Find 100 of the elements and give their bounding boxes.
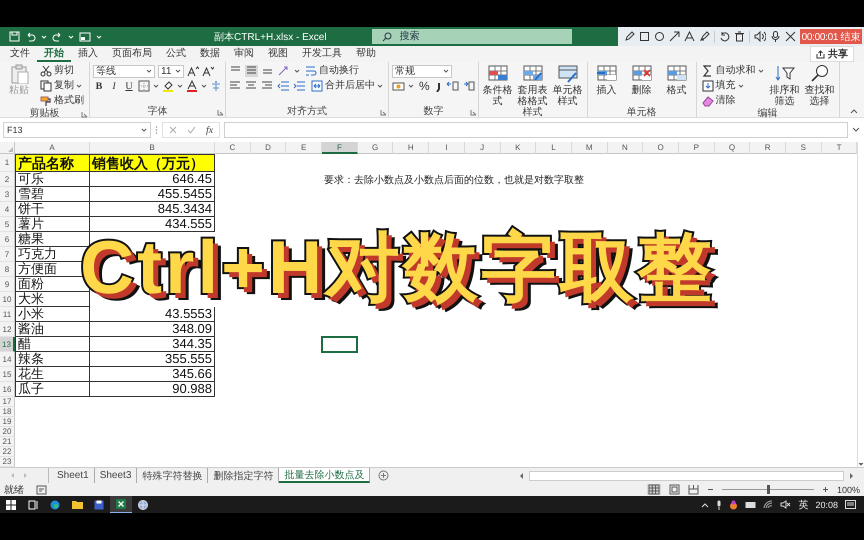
column-header[interactable]: C bbox=[215, 142, 251, 154]
text-tool-icon[interactable] bbox=[684, 31, 695, 42]
conditional-formatting-button[interactable]: 条件格式 bbox=[482, 64, 514, 107]
menu-tab[interactable]: 审阅 bbox=[227, 46, 261, 62]
normal-view-icon[interactable] bbox=[646, 484, 661, 495]
underline-button[interactable]: U bbox=[123, 79, 135, 93]
column-header[interactable]: M bbox=[572, 142, 608, 154]
dialog-launcher-icon[interactable] bbox=[81, 111, 88, 118]
scroll-down-icon[interactable] bbox=[858, 461, 864, 467]
share-button[interactable]: 共享 bbox=[810, 46, 854, 62]
row-header[interactable]: 5 bbox=[0, 217, 15, 232]
menu-tab[interactable]: 公式 bbox=[159, 46, 193, 62]
column-header[interactable]: P bbox=[678, 142, 715, 154]
page-break-icon[interactable] bbox=[688, 484, 699, 495]
find-select-button[interactable]: 查找和选择 bbox=[804, 64, 836, 107]
menu-tab[interactable]: 页面布局 bbox=[105, 46, 159, 62]
row-header[interactable]: 6 bbox=[0, 232, 15, 247]
row-header[interactable]: 21 bbox=[0, 437, 15, 447]
pencil-icon[interactable] bbox=[624, 31, 635, 42]
trash-icon[interactable] bbox=[734, 31, 745, 42]
menu-tab[interactable]: 插入 bbox=[71, 46, 105, 62]
font-size-field[interactable]: 11 bbox=[158, 64, 184, 78]
fill-button[interactable]: 填充 bbox=[700, 79, 766, 93]
zoom-in-icon[interactable] bbox=[822, 486, 829, 493]
column-header[interactable]: O bbox=[643, 142, 679, 154]
task-view-icon[interactable] bbox=[28, 500, 38, 510]
merge-center-button[interactable]: 合并后居中 bbox=[309, 79, 385, 93]
row-header[interactable]: 10 bbox=[0, 292, 15, 307]
arrow-icon[interactable] bbox=[668, 31, 680, 42]
page-layout-icon[interactable] bbox=[668, 484, 680, 495]
autosum-button[interactable]: 自动求和 bbox=[700, 64, 766, 78]
spreadsheet-app-icon[interactable] bbox=[116, 499, 126, 509]
comma-style-icon[interactable] bbox=[434, 80, 443, 92]
row-header[interactable]: 16 bbox=[0, 382, 15, 397]
decrease-decimal-icon[interactable] bbox=[462, 80, 475, 92]
save-icon[interactable] bbox=[9, 31, 20, 42]
font-name-field[interactable]: 等线 bbox=[93, 64, 155, 78]
search-field[interactable]: 搜索 bbox=[372, 29, 572, 44]
microphone-icon[interactable] bbox=[770, 31, 781, 42]
display-icon[interactable] bbox=[745, 500, 756, 508]
zoom-out-icon[interactable] bbox=[706, 486, 714, 493]
sheet-tab[interactable]: 批量去除小数点及 bbox=[279, 468, 370, 483]
number-format-field[interactable]: 常规 bbox=[392, 64, 452, 78]
sort-filter-button[interactable]: 排序和筛选 bbox=[768, 64, 801, 107]
insert-function-button[interactable]: fx bbox=[206, 124, 214, 136]
wrap-text-button[interactable]: 自动换行 bbox=[303, 64, 361, 78]
borders-icon[interactable] bbox=[138, 80, 150, 92]
start-icon[interactable] bbox=[6, 500, 16, 510]
column-header[interactable]: D bbox=[250, 142, 286, 154]
name-box[interactable]: F13 bbox=[3, 122, 151, 138]
menu-tab[interactable]: 文件 bbox=[3, 46, 37, 62]
row-header[interactable]: 22 bbox=[0, 447, 15, 457]
column-header[interactable]: T bbox=[822, 142, 858, 154]
globe-icon[interactable] bbox=[138, 500, 148, 510]
italic-button[interactable]: I bbox=[108, 79, 120, 93]
increase-decimal-icon[interactable] bbox=[446, 80, 459, 92]
row-header[interactable]: 8 bbox=[0, 262, 15, 277]
browser-icon[interactable] bbox=[50, 500, 60, 510]
column-header[interactable]: I bbox=[429, 142, 465, 154]
rectangle-icon[interactable] bbox=[638, 31, 650, 42]
wifi-icon[interactable] bbox=[763, 500, 774, 509]
column-header[interactable]: L bbox=[536, 142, 572, 154]
row-header[interactable]: 4 bbox=[0, 202, 15, 217]
column-header[interactable]: K bbox=[500, 142, 536, 154]
percent-style-button[interactable]: % bbox=[417, 79, 432, 93]
menu-tab[interactable]: 帮助 bbox=[349, 46, 383, 62]
currency-icon[interactable] bbox=[392, 80, 405, 92]
increase-indent-icon[interactable] bbox=[293, 80, 306, 92]
muted-speaker-icon[interactable] bbox=[780, 500, 792, 509]
delete-button[interactable]: 删除 bbox=[626, 64, 658, 107]
column-header[interactable]: J bbox=[464, 142, 500, 154]
microphone-icon[interactable] bbox=[716, 500, 722, 510]
column-header[interactable]: H bbox=[393, 142, 430, 154]
dialog-launcher-icon[interactable] bbox=[380, 109, 387, 116]
row-header[interactable]: 13 bbox=[0, 337, 15, 352]
column-header[interactable]: E bbox=[286, 142, 322, 154]
row-header[interactable]: 19 bbox=[0, 417, 15, 427]
form-icon[interactable] bbox=[79, 32, 91, 42]
column-header[interactable]: S bbox=[786, 142, 822, 154]
highlighter-icon[interactable] bbox=[698, 31, 710, 42]
row-header[interactable]: 3 bbox=[0, 187, 15, 202]
zoom-slider-thumb[interactable] bbox=[766, 485, 770, 494]
clear-button[interactable]: 清除 bbox=[700, 94, 766, 108]
show-hidden-icons-icon[interactable] bbox=[701, 502, 710, 508]
circle-icon[interactable] bbox=[654, 31, 665, 42]
zoom-level[interactable]: 100% bbox=[836, 484, 860, 494]
column-header[interactable]: Q bbox=[714, 142, 750, 154]
row-header[interactable]: 14 bbox=[0, 352, 15, 367]
dialog-launcher-icon[interactable] bbox=[217, 109, 224, 116]
add-sheet-icon[interactable] bbox=[378, 470, 390, 481]
row-header[interactable]: 2 bbox=[0, 172, 15, 187]
close-icon[interactable] bbox=[784, 31, 796, 42]
middle-align-icon[interactable] bbox=[245, 65, 258, 77]
folder-icon[interactable] bbox=[72, 500, 82, 509]
cut-button[interactable]: 剪切 bbox=[38, 64, 86, 78]
column-header[interactable]: G bbox=[358, 142, 394, 154]
dialog-launcher-icon[interactable] bbox=[470, 109, 477, 116]
format-painter-button[interactable]: 格式刷 bbox=[38, 94, 86, 108]
menu-tab[interactable]: 数据 bbox=[193, 46, 227, 62]
column-header[interactable]: R bbox=[750, 142, 786, 154]
